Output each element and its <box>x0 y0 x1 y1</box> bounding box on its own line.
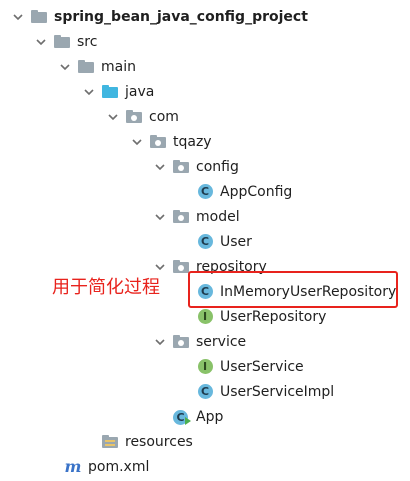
chevron-down-icon[interactable] <box>152 159 168 175</box>
node-label: model <box>196 208 240 225</box>
node-label: AppConfig <box>220 183 293 200</box>
node-label: config <box>196 158 239 175</box>
chevron-down-icon[interactable] <box>129 134 145 150</box>
interface-icon: I <box>196 358 214 376</box>
node-label: App <box>196 408 224 425</box>
node-label: UserService <box>220 358 304 375</box>
tree-node-appconfig[interactable]: C AppConfig <box>0 179 410 204</box>
package-icon <box>172 258 190 276</box>
annotation-text: 用于简化过程 <box>52 277 160 298</box>
source-root-folder-icon <box>101 83 119 101</box>
node-label: InMemoryUserRepository <box>220 283 397 300</box>
package-icon <box>149 133 167 151</box>
class-icon: C <box>196 283 214 301</box>
chevron-down-icon[interactable] <box>152 209 168 225</box>
tree-node-user-service[interactable]: I UserService <box>0 354 410 379</box>
tree-node-com[interactable]: com <box>0 104 410 129</box>
node-label: repository <box>196 258 267 275</box>
class-icon: C <box>196 233 214 251</box>
node-label: pom.xml <box>88 458 150 475</box>
chevron-down-icon[interactable] <box>152 259 168 275</box>
package-icon <box>172 208 190 226</box>
node-label: src <box>77 33 98 50</box>
package-icon <box>172 158 190 176</box>
resources-folder-icon <box>101 433 119 451</box>
tree-node-resources[interactable]: resources <box>0 429 410 454</box>
node-label: com <box>149 108 179 125</box>
node-label: java <box>125 83 155 100</box>
tree-node-model[interactable]: model <box>0 204 410 229</box>
interface-icon: I <box>196 308 214 326</box>
tree-node-user-service-impl[interactable]: C UserServiceImpl <box>0 379 410 404</box>
folder-icon <box>30 8 48 26</box>
chevron-down-icon[interactable] <box>105 109 121 125</box>
tree-node-user[interactable]: C User <box>0 229 410 254</box>
package-icon <box>172 333 190 351</box>
maven-icon: m <box>64 456 82 476</box>
tree-node-main[interactable]: main <box>0 54 410 79</box>
chevron-down-icon[interactable] <box>152 334 168 350</box>
chevron-down-icon[interactable] <box>81 84 97 100</box>
node-label: tqazy <box>173 133 212 150</box>
chevron-down-icon[interactable] <box>10 9 26 25</box>
node-label: resources <box>125 433 193 450</box>
package-icon <box>125 108 143 126</box>
tree-node-user-repository[interactable]: I UserRepository <box>0 304 410 329</box>
chevron-down-icon[interactable] <box>57 59 73 75</box>
tree-node-service[interactable]: service <box>0 329 410 354</box>
class-icon: C <box>196 383 214 401</box>
node-label: service <box>196 333 247 350</box>
folder-icon <box>53 33 71 51</box>
node-label: UserServiceImpl <box>220 383 335 400</box>
tree-node-app[interactable]: C App <box>0 404 410 429</box>
tree-node-src[interactable]: src <box>0 29 410 54</box>
node-label: main <box>101 58 136 75</box>
node-label: UserRepository <box>220 308 327 325</box>
chevron-down-icon[interactable] <box>33 34 49 50</box>
folder-icon <box>77 58 95 76</box>
tree-node-pom[interactable]: m pom.xml <box>0 454 410 479</box>
project-tree: spring_bean_java_config_project src main… <box>0 0 410 481</box>
tree-node-java[interactable]: java <box>0 79 410 104</box>
runnable-class-icon: C <box>172 408 191 426</box>
tree-node-root[interactable]: spring_bean_java_config_project <box>0 4 410 29</box>
node-label: User <box>220 233 252 250</box>
node-label: spring_bean_java_config_project <box>54 8 308 25</box>
tree-node-tqazy[interactable]: tqazy <box>0 129 410 154</box>
tree-node-config[interactable]: config <box>0 154 410 179</box>
class-icon: C <box>196 183 214 201</box>
